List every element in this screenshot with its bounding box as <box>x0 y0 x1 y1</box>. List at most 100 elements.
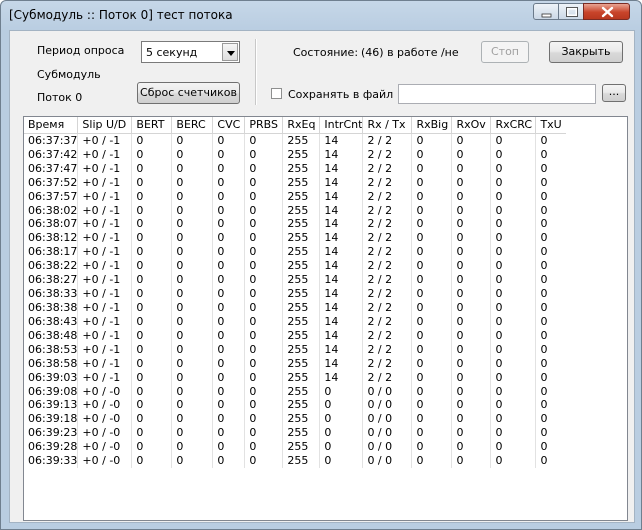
table-cell: +0 / -0 <box>77 425 133 440</box>
table-row[interactable]: 06:38:53 +0 / -1 0 0 0 0 255 14 2 / 20000 <box>24 342 566 357</box>
table-cell: 2 / 2 <box>362 356 413 371</box>
table-cell: 0 <box>212 161 246 176</box>
table-cell: 06:38:48 <box>24 328 79 343</box>
table-row[interactable]: 06:37:37 +0 / -1 0 0 0 0 255 14 2 / 20000 <box>24 133 566 148</box>
table-cell: 0 <box>540 161 548 175</box>
table-row[interactable]: 06:37:47 +0 / -1 0 0 0 0 255 14 2 / 20000 <box>24 161 566 176</box>
table-row[interactable]: 06:38:48 +0 / -1 0 0 0 0 255 14 2 / 20000 <box>24 328 566 343</box>
table-cell: 2 / 2 <box>362 161 413 176</box>
table-cell: 2 / 2 <box>362 189 413 204</box>
table-cell: 0 <box>540 217 548 231</box>
table-cell: 0 <box>490 272 537 287</box>
minimize-button[interactable] <box>533 3 559 20</box>
table-row[interactable]: 06:39:18 +0 / -0 0 0 0 0 255 0 0 / 00000 <box>24 411 566 426</box>
table-cell: 0 <box>540 301 548 315</box>
column-header[interactable]: RxOv <box>451 117 492 134</box>
table-row[interactable]: 06:39:33 +0 / -0 0 0 0 0 255 0 0 / 00000 <box>24 453 566 468</box>
table-cell: 0 <box>244 314 284 329</box>
column-header[interactable]: RxEq <box>282 117 321 134</box>
table-cell: 14 <box>319 286 364 301</box>
table-cell: 0 <box>490 411 537 426</box>
table-cell: 0 <box>244 272 284 287</box>
table-cell: 2 / 2 <box>362 147 413 162</box>
table-cell: 0 <box>171 244 214 259</box>
maximize-button[interactable] <box>558 3 584 20</box>
table-row[interactable]: 06:39:03 +0 / -1 0 0 0 0 255 14 2 / 20000 <box>24 370 566 385</box>
title-bar[interactable]: [Субмодуль :: Поток 0] тест потока <box>1 1 642 29</box>
state-value: (46) в работе /не <box>361 46 459 59</box>
table-cell: 06:39:03 <box>24 370 79 385</box>
table-row[interactable]: 06:39:23 +0 / -0 0 0 0 0 255 0 0 / 00000 <box>24 425 566 440</box>
close-window-button[interactable] <box>583 3 630 20</box>
poll-period-select[interactable]: 5 секунд <box>141 41 240 63</box>
table-cell: +0 / -1 <box>77 244 133 259</box>
save-to-file-checkbox[interactable] <box>271 88 282 99</box>
table-cell: 0 <box>411 161 453 176</box>
table-cell: 0 <box>244 453 284 468</box>
table-row[interactable]: 06:38:17 +0 / -1 0 0 0 0 255 14 2 / 20000 <box>24 244 566 259</box>
table-row[interactable]: 06:38:58 +0 / -1 0 0 0 0 255 14 2 / 20000 <box>24 356 566 371</box>
column-header[interactable]: Slip U/D <box>77 117 133 134</box>
table-cell: 0 <box>212 189 246 204</box>
table-cell: +0 / -1 <box>77 272 133 287</box>
table-cell: 0 <box>451 328 492 343</box>
table-cell: 0 <box>540 440 548 454</box>
table-cell: +0 / -1 <box>77 161 133 176</box>
table-row[interactable]: 06:38:38 +0 / -1 0 0 0 0 255 14 2 / 20000 <box>24 300 566 315</box>
table-cell: 0 <box>244 147 284 162</box>
table-row[interactable]: 06:38:27 +0 / -1 0 0 0 0 255 14 2 / 20000 <box>24 272 566 287</box>
column-header[interactable]: CVC <box>212 117 246 134</box>
table-cell: 0 <box>451 314 492 329</box>
table-row[interactable]: 06:39:28 +0 / -0 0 0 0 0 255 0 0 / 00000 <box>24 439 566 454</box>
table-row[interactable]: 06:38:22 +0 / -1 0 0 0 0 255 14 2 / 20000 <box>24 258 566 273</box>
table-row[interactable]: 06:37:52 +0 / -1 0 0 0 0 255 14 2 / 20000 <box>24 175 566 190</box>
table-row[interactable]: 06:38:33 +0 / -1 0 0 0 0 255 14 2 / 20000 <box>24 286 566 301</box>
table-row[interactable]: 06:37:42 +0 / -1 0 0 0 0 255 14 2 / 20000 <box>24 147 566 162</box>
table-cell: 0 <box>244 356 284 371</box>
table-row[interactable]: 06:37:57 +0 / -1 0 0 0 0 255 14 2 / 20000 <box>24 189 566 204</box>
table-cell: 0 <box>212 258 246 273</box>
table-cell: 14 <box>319 147 364 162</box>
table-cell: 0 <box>451 370 492 385</box>
table-cell: 255 <box>282 217 321 231</box>
table-cell: 0 <box>244 217 284 231</box>
table-cell: 2 / 2 <box>362 217 413 231</box>
browse-button[interactable]: ... <box>602 84 626 102</box>
table-cell: 0 <box>411 189 453 204</box>
column-header[interactable]: Rx / Tx <box>362 117 413 134</box>
table-row[interactable]: 06:39:13 +0 / -0 0 0 0 0 255 0 0 / 00000 <box>24 398 566 412</box>
close-button[interactable]: Закрыть <box>549 41 623 63</box>
column-header[interactable]: BERT <box>131 117 173 134</box>
table-cell: 0 <box>490 161 537 176</box>
column-header[interactable]: IntrCnt <box>319 117 364 134</box>
table-row[interactable]: 06:38:07 +0 / -1 0 0 0 0 255 14 2 / 20000 <box>24 217 566 231</box>
table-cell: 0 <box>131 230 173 245</box>
table-cell: 06:38:12 <box>24 230 79 245</box>
table-row[interactable]: 06:38:12 +0 / -1 0 0 0 0 255 14 2 / 20000 <box>24 230 566 245</box>
stats-table-container[interactable]: Время Slip U/D BERT BERC CVC PRBS RxEq I… <box>23 116 628 521</box>
table-cell: 0 <box>490 189 537 204</box>
stop-button[interactable]: Стоп <box>481 41 529 63</box>
table-row[interactable]: 06:38:43 +0 / -1 0 0 0 0 255 14 2 / 20000 <box>24 314 566 329</box>
column-header[interactable]: Время <box>24 117 79 134</box>
table-cell: 0 <box>451 425 492 440</box>
table-cell: 0 <box>319 384 364 399</box>
column-header[interactable]: TxU <box>535 117 566 134</box>
table-row[interactable]: 06:39:08 +0 / -0 0 0 0 0 255 0 0 / 00000 <box>24 384 566 399</box>
table-cell: 0 <box>319 398 364 412</box>
column-header[interactable]: RxCRC <box>490 117 537 134</box>
chevron-down-icon[interactable] <box>222 43 238 61</box>
table-cell: 0 <box>171 147 214 162</box>
table-cell: 2 / 2 <box>362 258 413 273</box>
column-header[interactable]: PRBS <box>244 117 284 134</box>
table-cell: 06:37:52 <box>24 175 79 190</box>
table-cell: 0 / 0 <box>362 384 413 399</box>
column-header[interactable]: BERC <box>171 117 214 134</box>
reset-counters-button[interactable]: Сброс счетчиков <box>137 82 240 104</box>
table-cell: 14 <box>319 189 364 204</box>
file-path-input[interactable] <box>398 84 596 104</box>
table-cell: 0 <box>411 439 453 454</box>
column-header[interactable]: RxBig <box>411 117 453 134</box>
table-row[interactable]: 06:38:02 +0 / -1 0 0 0 0 255 14 2 / 20000 <box>24 203 566 218</box>
table-cell: 0 <box>490 314 537 329</box>
